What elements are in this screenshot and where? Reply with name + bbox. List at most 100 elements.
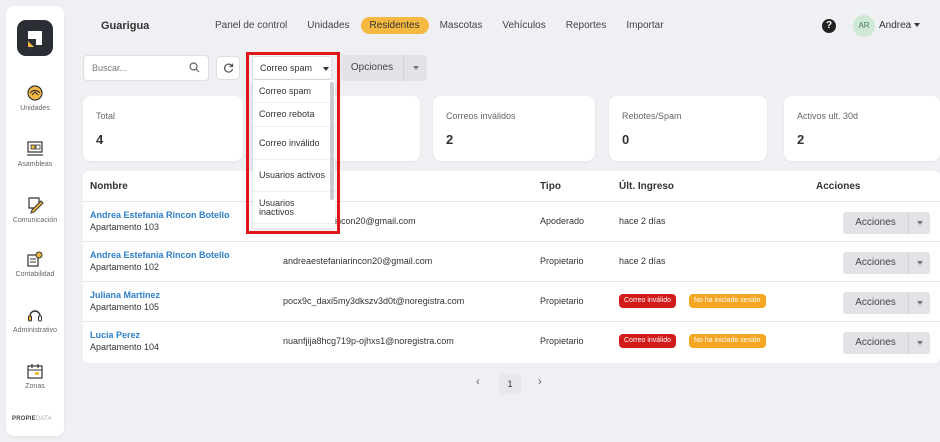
resident-email: nuanfjija8hcg719p-ojhxs1@noregistra.com — [283, 336, 454, 346]
options-label: Opciones — [350, 62, 394, 73]
sidebar-item-zonas[interactable]: Zonas — [6, 362, 64, 390]
row-actions-button[interactable]: Acciones — [843, 292, 930, 314]
pagination-next[interactable]: › — [538, 376, 542, 388]
assembly-icon — [27, 141, 43, 156]
resident-unit: Apartamento 105 — [90, 302, 160, 312]
column-header-nombre: Nombre — [90, 181, 128, 192]
stat-card-correos-invalidos: Correos inválidos 2 — [433, 96, 595, 161]
stat-value: 4 — [96, 132, 104, 147]
zones-icon — [27, 364, 43, 379]
nav-importar[interactable]: Importar — [617, 17, 672, 34]
actions-dropdown-toggle[interactable] — [908, 212, 930, 234]
resident-name-link[interactable]: Andrea Estefania Rincon Botello — [90, 250, 230, 260]
chevron-down-icon — [914, 23, 921, 28]
resident-email: pocx9c_daxi5my3dkszv3d0t@noregistra.com — [283, 296, 465, 306]
stat-title: Activos ult. 30d — [797, 111, 859, 121]
top-navigation: Guarigua Panel de control Unidades Resid… — [70, 6, 940, 46]
resident-name-link[interactable]: Lucia Perez — [90, 330, 159, 340]
nav-panel-de-control[interactable]: Panel de control — [206, 17, 296, 34]
sidebar-item-label: Contabilidad — [15, 271, 55, 278]
resident-unit: Apartamento 104 — [90, 342, 160, 352]
stat-title: Total — [96, 111, 116, 121]
resident-unit: Apartamento 103 — [90, 222, 160, 232]
row-actions-button[interactable]: Acciones — [843, 332, 930, 354]
sidebar-item-comunicacion[interactable]: Comunicación — [6, 196, 64, 224]
table-row: Andrea Estefania Rincon Botello Apartame… — [83, 201, 940, 242]
stat-card-total: Total 4 — [83, 96, 243, 161]
status-badge: No ha iniciado sesión — [689, 334, 766, 348]
sidebar-item-contabilidad[interactable]: Contabilidad — [6, 250, 64, 278]
resident-unit: Apartamento 102 — [90, 262, 160, 272]
actions-dropdown-toggle[interactable] — [908, 292, 930, 314]
highlight-annotation — [246, 52, 340, 234]
admin-icon — [28, 310, 42, 322]
status-badge: Correo inválido — [619, 334, 677, 348]
refresh-icon — [223, 63, 233, 73]
search-input[interactable] — [92, 63, 182, 73]
last-login: hace 2 días — [619, 256, 666, 266]
column-header-ultimo-ingreso: Últ. Ingreso — [619, 181, 675, 192]
chevron-down-icon — [916, 221, 923, 225]
table-row: Lucia Perez Apartamento 104 nuanfjija8hc… — [83, 321, 940, 362]
residents-table: Nombre Tipo Últ. Ingreso Acciones Andrea… — [83, 171, 940, 363]
sidebar-item-label: Asambleas — [17, 161, 53, 168]
status-badge: No ha iniciado sesión — [689, 294, 766, 308]
resident-type: Propietario — [540, 336, 584, 346]
refresh-button[interactable] — [216, 56, 240, 80]
user-name: Andrea — [879, 20, 912, 31]
sidebar-item-label: Administrativo — [13, 327, 57, 334]
help-icon[interactable]: ? — [822, 19, 836, 33]
actions-label: Acciones — [855, 257, 896, 268]
column-header-acciones: Acciones — [816, 181, 861, 192]
nav-mascotas[interactable]: Mascotas — [431, 17, 492, 34]
app-logo[interactable] — [17, 20, 53, 56]
status-badge: Correo inválido — [619, 294, 677, 308]
sidebar: Unidades Asambleas Comunicación Contabil… — [6, 6, 64, 436]
table-row: Juliana Martinez Apartamento 105 pocx9c_… — [83, 281, 940, 322]
stat-value: 2 — [797, 132, 805, 147]
nav-vehiculos[interactable]: Vehículos — [493, 17, 554, 34]
actions-label: Acciones — [855, 217, 896, 228]
resident-type: Propietario — [540, 296, 584, 306]
user-menu[interactable]: Andrea — [879, 20, 921, 31]
chevron-down-icon — [916, 301, 923, 305]
sidebar-item-asambleas[interactable]: Asambleas — [6, 140, 64, 168]
nav-reportes[interactable]: Reportes — [557, 17, 616, 34]
stat-value: 0 — [622, 132, 630, 147]
pagination-prev[interactable]: ‹ — [476, 376, 480, 388]
column-header-tipo: Tipo — [540, 181, 561, 192]
table-row: Andrea Estefania Rincon Botello Apartame… — [83, 241, 940, 282]
last-login: hace 2 días — [619, 216, 666, 226]
sidebar-item-unidades[interactable]: Unidades — [6, 84, 64, 112]
actions-dropdown-toggle[interactable] — [908, 252, 930, 274]
row-actions-button[interactable]: Acciones — [843, 252, 930, 274]
resident-name-link[interactable]: Andrea Estefania Rincon Botello — [90, 210, 230, 220]
stat-card-activos: Activos ult. 30d 2 — [784, 96, 940, 161]
nav-residentes[interactable]: Residentes — [360, 17, 429, 34]
nav-unidades[interactable]: Unidades — [298, 17, 358, 34]
sidebar-item-label: Zonas — [25, 383, 45, 390]
options-dropdown-toggle[interactable] — [403, 55, 427, 81]
communication-icon — [28, 197, 44, 214]
avatar[interactable]: AR — [853, 15, 875, 37]
chevron-down-icon — [412, 66, 419, 70]
resident-type: Apoderado — [540, 216, 585, 226]
options-button[interactable]: Opciones — [341, 55, 427, 81]
units-icon — [27, 85, 43, 101]
stat-value: 2 — [446, 132, 454, 147]
main-nav: Panel de control Unidades Residentes Mas… — [206, 17, 675, 34]
search-icon[interactable] — [189, 62, 200, 73]
actions-dropdown-toggle[interactable] — [908, 332, 930, 354]
resident-name-link[interactable]: Juliana Martinez — [90, 290, 160, 300]
row-actions-button[interactable]: Acciones — [843, 212, 930, 234]
actions-label: Acciones — [855, 337, 896, 348]
sidebar-item-administrativo[interactable]: Administrativo — [6, 306, 64, 334]
stat-title: Rebotes/Spam — [622, 111, 682, 121]
chevron-down-icon — [916, 341, 923, 345]
organization-name: Guarigua — [101, 20, 150, 32]
sidebar-item-label: Unidades — [20, 105, 50, 112]
actions-label: Acciones — [855, 297, 896, 308]
sidebar-item-label: Comunicación — [12, 217, 58, 224]
stat-title: Correos inválidos — [446, 111, 516, 121]
pagination-page-current[interactable]: 1 — [499, 374, 521, 394]
